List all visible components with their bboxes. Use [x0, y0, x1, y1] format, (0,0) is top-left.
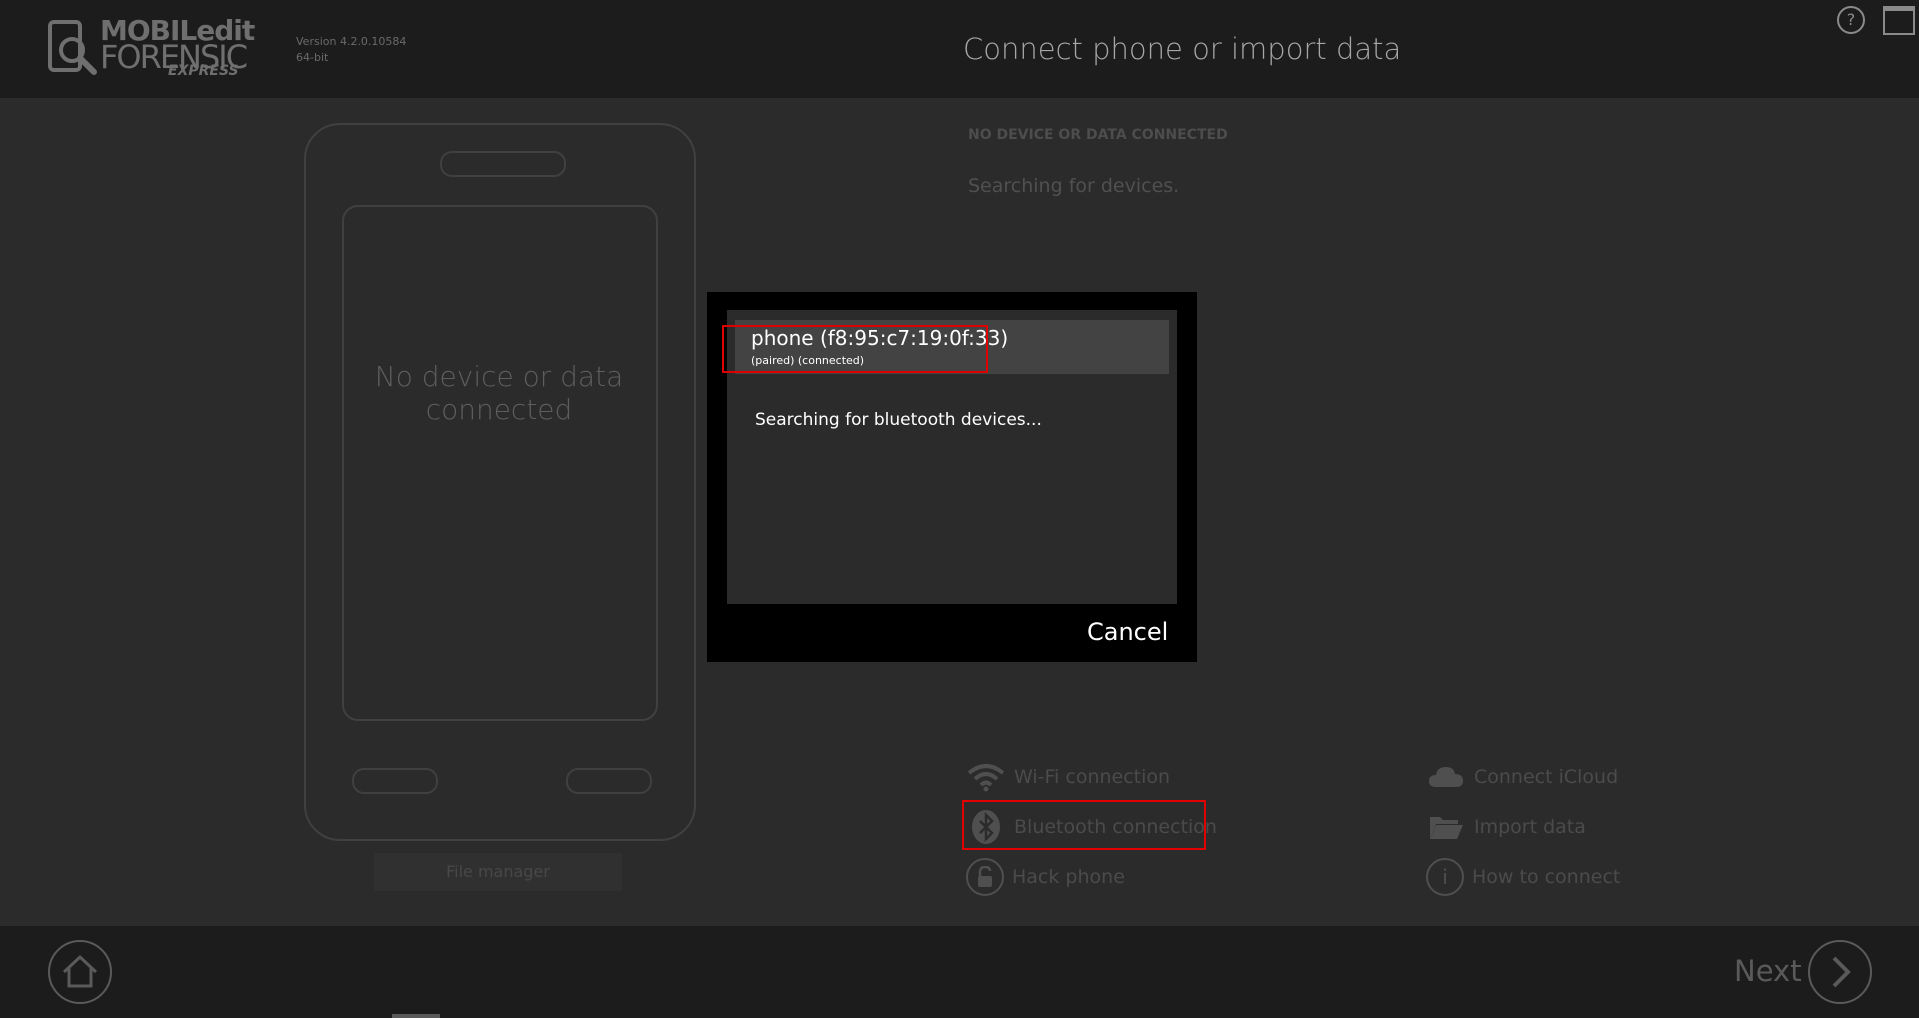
connection-status-text: Searching for devices. [968, 175, 1180, 197]
import-data-label: Import data [1474, 816, 1586, 838]
connection-status-label: NO DEVICE OR DATA CONNECTED [968, 127, 1228, 143]
bluetooth-device-dialog: phone (f8:95:c7:19:0f:33) (paired) (conn… [707, 292, 1197, 662]
wifi-icon [966, 757, 1006, 797]
magnifier-phone-icon [48, 20, 97, 75]
cloud-icon [1426, 757, 1466, 797]
app-window: MOBILedit FORENSIC EXPRESS Version 4.2.0… [0, 0, 1919, 1018]
phone-button-left [352, 768, 438, 794]
cancel-button[interactable]: Cancel [1087, 618, 1168, 646]
home-button[interactable] [48, 940, 112, 1004]
footer-bar: Next [0, 926, 1919, 1018]
import-data-option[interactable]: Import data [1426, 807, 1586, 847]
searching-bluetooth-text: Searching for bluetooth devices... [755, 410, 1042, 430]
chevron-right-icon [1832, 956, 1851, 988]
no-device-text: No device or data connected [374, 360, 624, 426]
wifi-connection-option[interactable]: Wi-Fi connection [966, 757, 1170, 797]
logo-text-express: EXPRESS [168, 63, 239, 79]
wifi-connection-label: Wi-Fi connection [1014, 766, 1171, 788]
header-bar: MOBILedit FORENSIC EXPRESS Version 4.2.0… [0, 0, 1919, 98]
hack-phone-option[interactable]: Hack phone [966, 857, 1125, 897]
version-arch: 64-bit [296, 51, 329, 64]
unlock-icon [966, 858, 1004, 896]
phone-button-right [566, 768, 652, 794]
device-highlight-box [722, 325, 988, 373]
next-button[interactable] [1808, 940, 1872, 1004]
page-title: Connect phone or import data [963, 32, 1402, 66]
app-logo: MOBILedit FORENSIC EXPRESS [48, 14, 268, 80]
phone-speaker [440, 151, 566, 177]
scroll-indicator [392, 1014, 440, 1018]
how-to-connect-option[interactable]: i How to connect [1426, 857, 1620, 897]
maximize-window-button[interactable] [1883, 6, 1915, 35]
connect-icloud-label: Connect iCloud [1474, 766, 1619, 788]
folder-open-icon [1426, 807, 1466, 847]
hack-phone-label: Hack phone [1012, 866, 1125, 888]
next-label[interactable]: Next [1734, 954, 1802, 988]
connect-icloud-option[interactable]: Connect iCloud [1426, 757, 1618, 797]
phone-illustration [304, 123, 696, 841]
home-icon [62, 954, 98, 988]
help-button[interactable]: ? [1837, 6, 1865, 34]
version-number: Version 4.2.0.10584 [296, 35, 407, 48]
file-manager-button[interactable]: File manager [374, 853, 622, 891]
bluetooth-highlight-box [962, 800, 1206, 850]
info-icon: i [1426, 858, 1464, 896]
phone-screen [342, 205, 658, 721]
version-info: Version 4.2.0.10584 64-bit [296, 34, 406, 66]
how-to-connect-label: How to connect [1472, 866, 1621, 888]
